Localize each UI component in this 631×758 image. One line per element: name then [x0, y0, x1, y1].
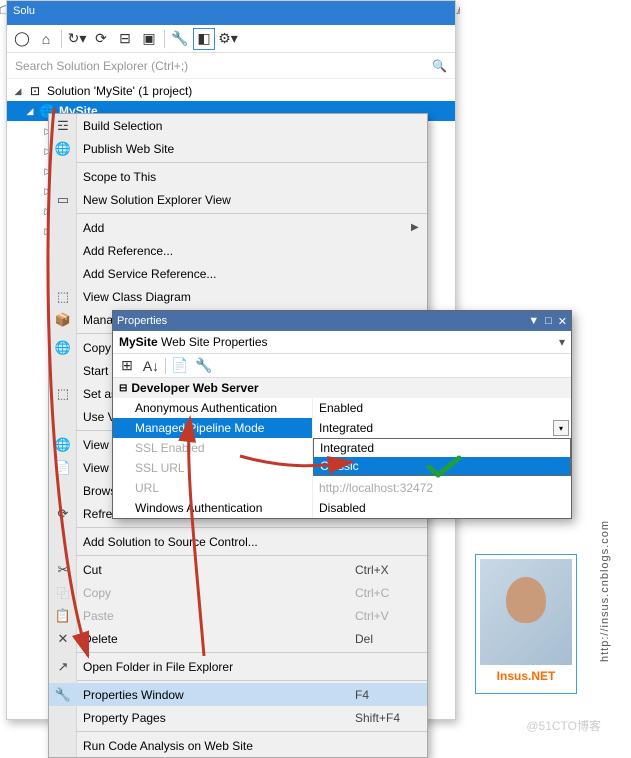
- publish-icon: 🌐: [49, 141, 77, 157]
- back-icon[interactable]: ◯: [11, 28, 33, 50]
- close-icon[interactable]: ✕: [558, 315, 567, 328]
- properties-object-selector[interactable]: MySite Web Site Properties ▾: [113, 331, 571, 354]
- browser-icon: 🌐: [49, 437, 77, 453]
- show-all-icon[interactable]: ▣: [138, 28, 160, 50]
- menu-open-folder[interactable]: ↗Open Folder in File Explorer: [49, 655, 427, 678]
- categorized-icon[interactable]: ⊞: [117, 356, 137, 376]
- search-bar[interactable]: Search Solution Explorer (Ctrl+;) 🔍: [7, 53, 455, 79]
- menu-build[interactable]: ☲Build Selection: [49, 114, 427, 137]
- expander-icon[interactable]: ◢: [13, 86, 23, 97]
- solution-node[interactable]: ◢ ⊡ Solution 'MySite' (1 project): [7, 81, 455, 101]
- watermark: @51CTO博客: [526, 717, 601, 734]
- menu-property-pages[interactable]: Property PagesShift+F4: [49, 706, 427, 729]
- search-placeholder: Search Solution Explorer (Ctrl+;): [15, 59, 188, 73]
- menu-publish[interactable]: 🌐Publish Web Site: [49, 137, 427, 160]
- maximize-icon[interactable]: □: [545, 315, 552, 328]
- dropdown-button[interactable]: ▾: [553, 420, 569, 436]
- collapse-icon: ⊟: [119, 383, 127, 394]
- refresh-icon: ⟳: [49, 506, 77, 522]
- package-icon: 📦: [49, 312, 77, 328]
- properties-titlebar[interactable]: Properties ▼ □ ✕: [113, 311, 571, 331]
- panel-titlebar: Solu: [7, 1, 455, 25]
- folder-icon: ↗: [49, 659, 77, 675]
- copy-icon: ⿻: [49, 583, 77, 602]
- avatar-image: [480, 559, 572, 665]
- properties-window: Properties ▼ □ ✕ MySite Web Site Propert…: [112, 310, 572, 519]
- menu-properties-window[interactable]: 🔧Properties WindowF4: [49, 683, 427, 706]
- paste-icon: 📋: [49, 608, 77, 624]
- author-name: Insus.NET: [480, 669, 572, 683]
- menu-add-src[interactable]: Add Solution to Source Control...: [49, 530, 427, 553]
- menu-copy: ⿻CopyCtrl+C: [49, 581, 427, 604]
- chevron-right-icon: ▶: [411, 222, 427, 233]
- menu-add[interactable]: Add▶: [49, 216, 427, 239]
- menu-paste: 📋PasteCtrl+V: [49, 604, 427, 627]
- chevron-down-icon: ▾: [559, 335, 565, 349]
- diagram-icon: ⬚: [49, 289, 77, 305]
- menu-add-ref[interactable]: Add Reference...: [49, 239, 427, 262]
- properties-title-text: Properties: [117, 315, 167, 327]
- preview-icon[interactable]: ◧: [193, 28, 215, 50]
- menu-run-analysis[interactable]: Run Code Analysis on Web Site: [49, 734, 427, 757]
- page-icon: 📄: [49, 460, 77, 476]
- menu-class-diag[interactable]: ⬚View Class Diagram: [49, 285, 427, 308]
- window-icon: ▭: [49, 192, 77, 208]
- prop-anon-auth[interactable]: Anonymous AuthenticationEnabled: [113, 398, 571, 418]
- wrench-icon: 🔧: [49, 687, 77, 703]
- delete-icon: ✕: [49, 631, 77, 647]
- prop-win-auth[interactable]: Windows AuthenticationDisabled: [113, 498, 571, 518]
- props-page-icon[interactable]: 📄: [170, 356, 190, 376]
- properties-icon[interactable]: 🔧: [169, 28, 191, 50]
- copy-web-icon: 🌐: [49, 340, 77, 356]
- collapse-icon[interactable]: ⊟: [114, 28, 136, 50]
- menu-scope[interactable]: Scope to This: [49, 165, 427, 188]
- sync-icon[interactable]: ↻▾: [66, 28, 88, 50]
- dropdown-icon[interactable]: ▼: [528, 315, 539, 328]
- search-icon: 🔍: [432, 59, 447, 73]
- menu-delete[interactable]: ✕DeleteDel: [49, 627, 427, 650]
- cut-icon: ✂: [49, 562, 77, 578]
- alpha-icon[interactable]: A↓: [141, 356, 161, 376]
- wrench-icon[interactable]: 🔧: [194, 356, 214, 376]
- category-header[interactable]: ⊟Developer Web Server: [113, 378, 571, 398]
- star-icon: ⬚: [49, 386, 77, 402]
- prop-pipeline-mode[interactable]: Managed Pipeline ModeIntegrated▾: [113, 418, 571, 438]
- checkmark-icon: [426, 454, 462, 480]
- author-url: http://insus.cnblogs.com: [599, 520, 611, 662]
- expander-icon[interactable]: ◢: [25, 106, 35, 117]
- solution-icon: ⊡: [27, 83, 43, 99]
- build-icon: ☲: [49, 118, 77, 134]
- menu-cut[interactable]: ✂CutCtrl+X: [49, 558, 427, 581]
- menu-new-view[interactable]: ▭New Solution Explorer View: [49, 188, 427, 211]
- properties-toolbar: ⊞ A↓ 📄 🔧: [113, 354, 571, 378]
- prop-url: URLhttp://localhost:32472: [113, 478, 571, 498]
- view-icon[interactable]: ⚙▾: [217, 28, 239, 50]
- refresh-icon[interactable]: ⟳: [90, 28, 112, 50]
- home-icon[interactable]: ⌂: [35, 28, 57, 50]
- author-card: Insus.NET: [475, 554, 577, 694]
- toolbar: ◯ ⌂ ↻▾ ⟳ ⊟ ▣ 🔧 ◧ ⚙▾: [7, 25, 455, 53]
- menu-add-svc[interactable]: Add Service Reference...: [49, 262, 427, 285]
- solution-label: Solution 'MySite' (1 project): [47, 84, 192, 98]
